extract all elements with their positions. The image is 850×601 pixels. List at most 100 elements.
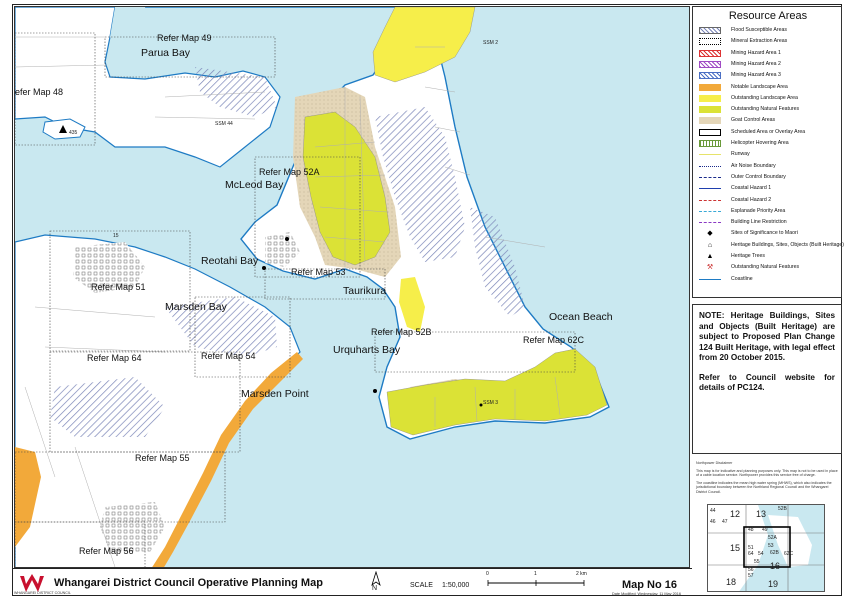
legend-item-label: Sites of Significance to Maori <box>731 230 798 237</box>
key-cell-12: 12 <box>730 509 741 519</box>
legend-item: Outstanding Landscape Area <box>699 94 841 104</box>
refer-label-52b[interactable]: Refer Map 52B <box>371 327 432 337</box>
heritage-note: NOTE: Heritage Buildings, Sites and Obje… <box>692 304 842 454</box>
refer-label-53[interactable]: Refer Map 53 <box>291 267 346 277</box>
legend-item: Goat Control Areas <box>699 116 841 126</box>
legend-item: Notable Landscape Area <box>699 83 841 93</box>
key-cell-16: 16 <box>770 561 781 571</box>
legend-item-label: Mining Hazard Area 1 <box>731 49 781 56</box>
legend-item-label: Building Line Restriction <box>731 219 787 226</box>
cross-red-icon <box>699 49 721 57</box>
legend-item: Coastal Hazard 1 <box>699 184 841 194</box>
key-cell-44: 44 <box>710 508 716 514</box>
refer-label-64[interactable]: Refer Map 64 <box>87 353 142 363</box>
refer-label-62c[interactable]: Refer Map 62C <box>523 335 584 345</box>
disclaimer-text-2: The coastline indicates the mean high wa… <box>696 480 832 494</box>
legend-item-label: Outstanding Landscape Area <box>731 94 798 101</box>
key-cell-54: 54 <box>758 551 764 557</box>
legend-item-label: Runway <box>731 151 750 158</box>
legend-item: Flood Susceptible Areas <box>699 26 841 36</box>
legend-title: Resource Areas <box>728 10 808 22</box>
legend-item: Mineral Extraction Areas <box>699 37 841 47</box>
label-ssm44: SSM 44 <box>215 121 233 127</box>
key-cell-13: 13 <box>756 509 767 519</box>
key-cell-49: 49 <box>762 527 768 533</box>
legend-item-label: Heritage Trees <box>731 253 766 259</box>
planning-map[interactable]: Parua Bay McLeod Bay Reotahi Bay Tauriku… <box>14 6 690 568</box>
legend-item: Mining Hazard Area 1 <box>699 49 841 59</box>
pt-building-icon: ⌂ <box>707 241 713 249</box>
legend-item: Runway <box>699 150 841 160</box>
legend-item-label: Coastal Hazard 1 <box>731 185 772 192</box>
cross-blue-icon <box>699 72 721 80</box>
line-yellow-icon <box>699 154 721 156</box>
dashdot-cyan-icon <box>699 210 721 212</box>
legend-item-label: Scheduled Area or Overlay Area <box>731 128 806 135</box>
pt-tree-icon: ▲ <box>706 253 714 260</box>
north-label: N <box>372 585 378 592</box>
key-cell-62c: 62C <box>784 551 794 557</box>
title-bar: WHANGAREI DISTRICT COUNCIL Whangarei Dis… <box>12 568 692 596</box>
cross-purple-icon <box>699 60 721 68</box>
refer-label-51[interactable]: Refer Map 51 <box>91 282 146 292</box>
legend-item: Air Noise Boundary <box>699 162 841 172</box>
legend-item: ◆ Sites of Significance to Maori <box>699 229 841 239</box>
dashed-red-icon <box>699 199 721 201</box>
legend-item-label: Helicopter Hovering Area <box>731 140 789 146</box>
heritage-building-marker <box>373 389 377 393</box>
legend-item-label: Heritage Buildings, Sites, Objects (Buil… <box>731 241 845 248</box>
legend-item-label: Coastline <box>731 275 753 282</box>
solid-orange-icon <box>699 83 721 91</box>
place-label-parua-bay: Parua Bay <box>141 47 191 59</box>
legend-item: Coastal Hazard 2 <box>699 196 841 206</box>
scale-label: SCALE <box>410 582 433 589</box>
key-cell-62b: 62B <box>770 550 779 556</box>
legend-item-label: Air Noise Boundary <box>731 162 776 169</box>
place-label-urquharts-bay: Urquharts Bay <box>333 344 401 356</box>
refer-label-52a[interactable]: Refer Map 52A <box>259 167 320 177</box>
legend-item-label: Mineral Extraction Areas <box>731 38 788 45</box>
box-black-icon <box>699 128 721 136</box>
legend-item-label: Mining Hazard Area 3 <box>731 72 781 79</box>
legend-item-label: Notable Landscape Area <box>731 83 788 90</box>
line-blue-icon <box>699 188 721 190</box>
legend-item: Outer Control Boundary <box>699 173 841 183</box>
dashed-purple-icon <box>699 222 721 224</box>
pt-diamond-icon: ◆ <box>707 230 713 238</box>
place-label-mcleod-bay: McLeod Bay <box>225 179 284 191</box>
refer-label-56[interactable]: Refer Map 56 <box>79 546 134 556</box>
legend-item: Coastline <box>699 275 841 285</box>
key-cell-19: 19 <box>768 579 779 589</box>
hatch-green-icon <box>699 140 721 147</box>
dotted-navy-icon <box>699 165 721 167</box>
legend-item: ⌂ Heritage Buildings, Sites, Objects (Bui… <box>699 241 845 251</box>
legend-item: ⚒ Outstanding Natural Features <box>699 263 841 273</box>
legend-item-label: Outstanding Natural Features <box>731 264 800 271</box>
council-logo-text: WHANGAREI DISTRICT COUNCIL <box>14 591 71 595</box>
legend-item: Mining Hazard Area 3 <box>699 71 841 81</box>
legend-item-label: Outstanding Natural Features <box>731 106 800 113</box>
refer-label-55[interactable]: Refer Map 55 <box>135 453 190 463</box>
legend-panel: Resource Areas Flood Susceptible Areas Mi… <box>692 6 845 298</box>
solid-yellow-icon <box>699 94 721 102</box>
key-cell-57: 57 <box>748 573 754 579</box>
legend-item-label: Goat Control Areas <box>731 117 776 124</box>
legend-item-label: Outer Control Boundary <box>731 173 786 180</box>
heritage-building-marker <box>262 266 266 270</box>
refer-label-49[interactable]: Refer Map 49 <box>157 33 212 43</box>
place-label-marsden-bay: Marsden Bay <box>165 301 227 313</box>
legend-item: Building Line Restriction <box>699 218 841 228</box>
note-paragraph-2: Refer to Council website for details of … <box>699 372 835 393</box>
dots-tan-icon <box>699 117 721 125</box>
map-number: Map No 16 <box>622 579 678 591</box>
pt-pick-icon: ⚒ <box>706 264 714 272</box>
scale-tick-2: 2 km <box>576 571 587 577</box>
scale-tick-0: 0 <box>486 571 489 577</box>
key-map[interactable]: 12 13 52B 44 46 47 48 49 52A 15 51 53 64… <box>707 504 825 592</box>
label-ssm3: SSM 3 <box>483 400 499 406</box>
refer-label-48[interactable]: efer Map 48 <box>15 87 63 97</box>
legend-item: ▲ Heritage Trees <box>699 252 841 262</box>
refer-label-54[interactable]: Refer Map 54 <box>201 351 256 361</box>
place-label-ocean-beach: Ocean Beach <box>549 311 613 323</box>
disclaimer-text-1: This map is for indicative and planning … <box>696 468 838 478</box>
